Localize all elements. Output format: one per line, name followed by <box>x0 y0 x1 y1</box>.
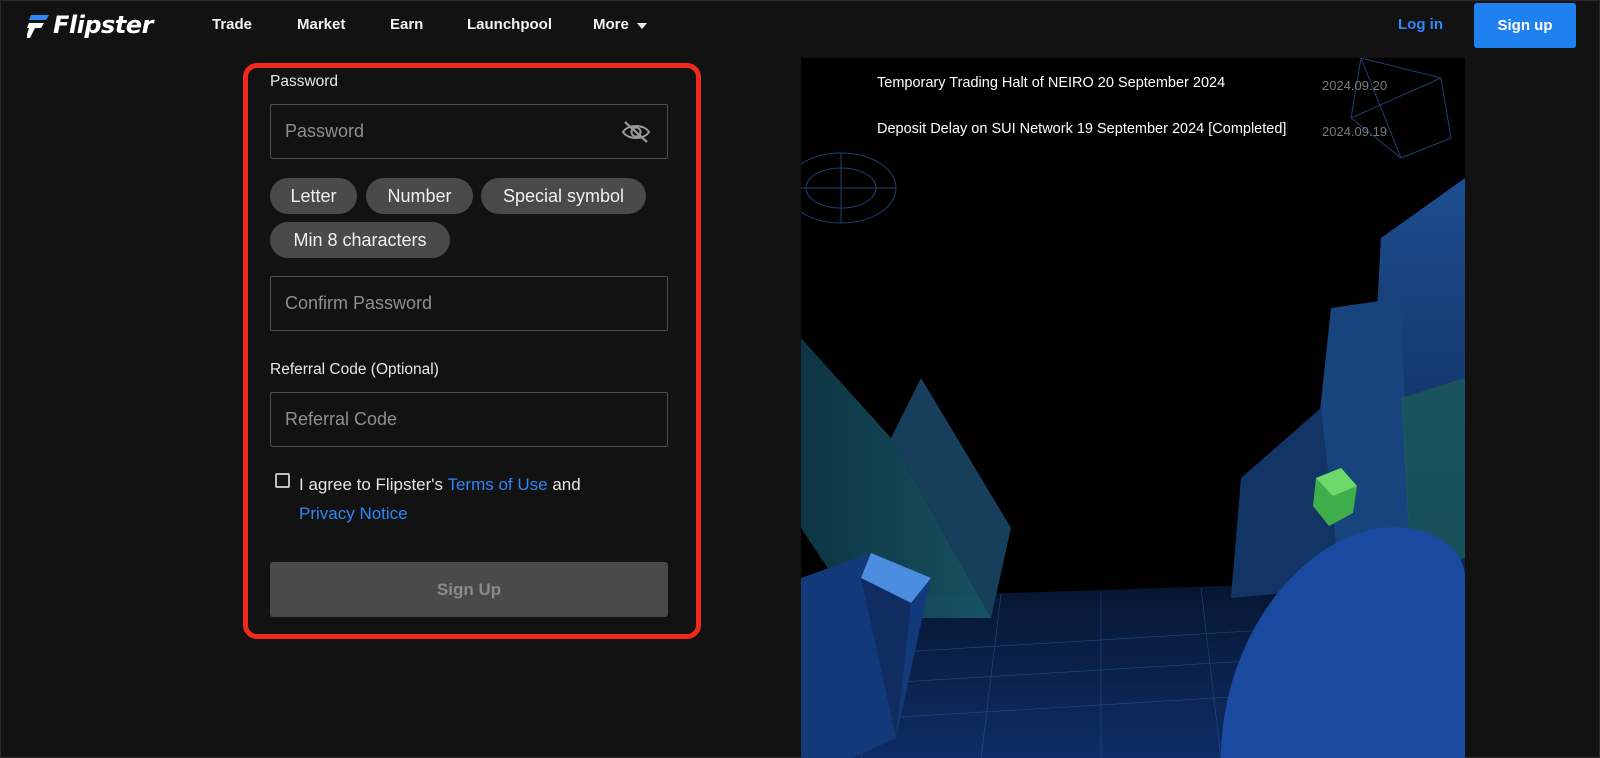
privacy-link[interactable]: Privacy Notice <box>299 504 408 524</box>
confirm-password-input[interactable] <box>271 277 667 330</box>
flipster-logo-icon <box>27 15 49 38</box>
referral-input[interactable] <box>271 393 667 446</box>
confirm-password-field <box>270 276 668 331</box>
agree-text: I agree to Flipster's Terms of Use and <box>299 475 581 495</box>
crystal-scene-image <box>801 58 1465 758</box>
agree-prefix: I agree to Flipster's <box>299 475 448 494</box>
requirement-letter: Letter <box>270 178 357 214</box>
nav-more[interactable]: More <box>593 16 647 33</box>
submit-signup-button[interactable]: Sign Up <box>270 562 668 617</box>
chevron-down-icon <box>636 22 647 29</box>
brand-name: Flipster <box>53 11 153 39</box>
nav-launchpool[interactable]: Launchpool <box>467 16 552 33</box>
hero-illustration <box>801 58 1465 758</box>
referral-label: Referral Code (Optional) <box>270 361 439 378</box>
requirement-min-length: Min 8 characters <box>270 222 450 258</box>
agree-and: and <box>547 475 581 494</box>
terms-link[interactable]: Terms of Use <box>447 475 547 494</box>
announcement-date: 2024.09.20 <box>1322 78 1388 93</box>
signup-button[interactable]: Sign up <box>1474 3 1576 48</box>
nav-market[interactable]: Market <box>297 16 345 33</box>
login-link[interactable]: Log in <box>1398 16 1443 33</box>
brand-logo[interactable]: Flipster <box>27 11 153 39</box>
password-field <box>270 104 668 159</box>
nav-trade[interactable]: Trade <box>212 16 252 33</box>
password-label: Password <box>270 73 339 90</box>
announcement-item[interactable]: Deposit Delay on SUI Network 19 Septembe… <box>877 121 1286 137</box>
announcement-date: 2024.09.19 <box>1322 124 1388 139</box>
nav-more-label: More <box>593 16 629 33</box>
requirement-number: Number <box>366 178 473 214</box>
agree-row <box>275 473 290 488</box>
top-nav: Flipster Trade Market Earn Launchpool Mo… <box>1 1 1600 49</box>
eye-off-icon[interactable] <box>621 120 651 144</box>
password-input[interactable] <box>271 105 667 158</box>
announcement-item[interactable]: Temporary Trading Halt of NEIRO 20 Septe… <box>877 75 1225 91</box>
nav-earn[interactable]: Earn <box>390 16 423 33</box>
checkbox-unchecked-icon[interactable] <box>275 473 290 488</box>
referral-field <box>270 392 668 447</box>
requirement-special-symbol: Special symbol <box>481 178 646 214</box>
